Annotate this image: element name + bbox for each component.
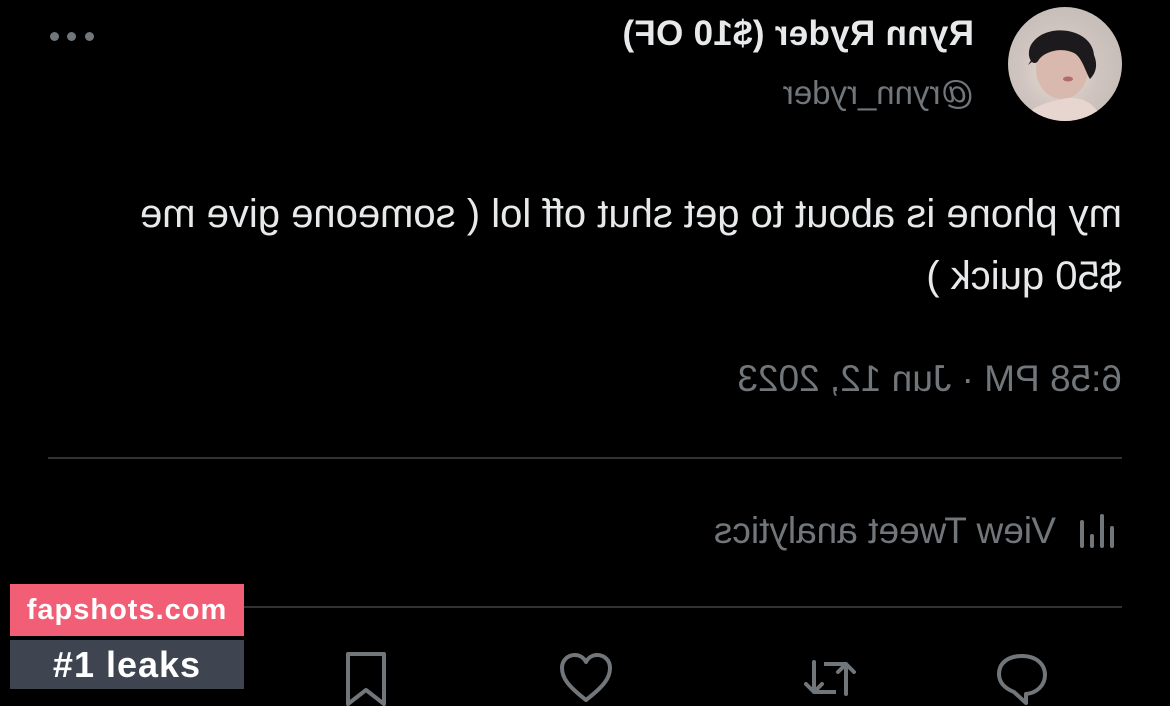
watermark-tagline: #1 leaks (10, 640, 244, 689)
tweet-text: my phone is about to get shut off lol ( … (139, 192, 1122, 298)
tweet-timestamp[interactable]: 6:58 PM · Jun 12, 2023 (737, 358, 1122, 400)
avatar[interactable] (1008, 7, 1122, 121)
analytics-bars-icon (1078, 514, 1114, 548)
user-handle[interactable]: @rynn_ryder (783, 74, 974, 112)
analytics-label: View Tweet analytics (713, 510, 1056, 551)
display-name[interactable]: Rynn Ryder ($10 OF) (622, 14, 974, 54)
bookmark-icon[interactable] (338, 650, 394, 706)
watermark-site: fapshots.com (10, 584, 244, 636)
heart-icon[interactable] (558, 650, 614, 706)
more-horizontal-icon[interactable] (50, 22, 94, 50)
avatar-photo (1022, 30, 1102, 121)
view-analytics-link[interactable]: View Tweet analytics (714, 510, 1114, 552)
divider (48, 457, 1122, 459)
retweet-icon[interactable] (802, 650, 858, 706)
reply-icon[interactable] (994, 650, 1050, 706)
watermark: fapshots.com #1 leaks (10, 584, 244, 689)
